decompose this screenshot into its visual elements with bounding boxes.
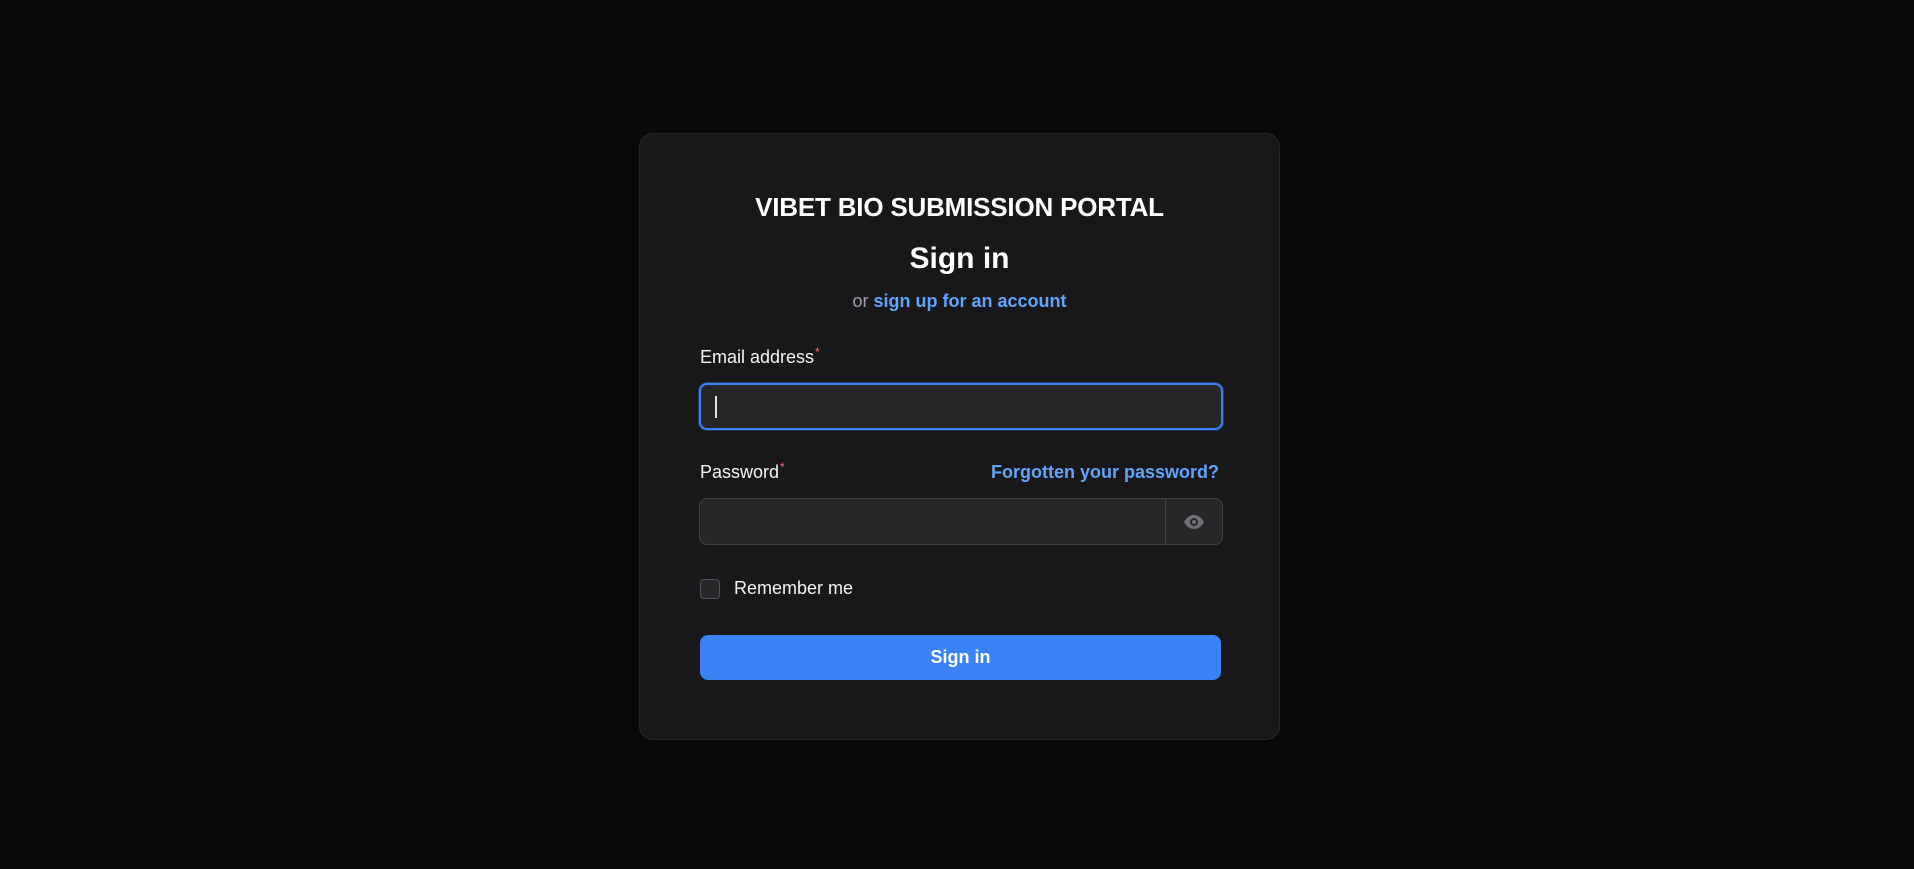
sign-in-card: VIBET BIO SUBMISSION PORTAL Sign in or s… xyxy=(639,133,1280,740)
password-input-wrapper[interactable] xyxy=(700,499,1165,544)
signup-prefix: or xyxy=(852,291,869,311)
password-required-mark: * xyxy=(780,460,785,474)
email-field[interactable] xyxy=(699,383,1223,430)
page-title: Sign in xyxy=(909,242,1010,275)
email-label: Email address* xyxy=(700,345,820,368)
signup-link[interactable]: sign up for an account xyxy=(874,291,1067,311)
sign-in-button[interactable]: Sign in xyxy=(700,635,1221,680)
remember-me-label[interactable]: Remember me xyxy=(734,578,853,599)
password-input[interactable] xyxy=(700,499,1165,544)
password-field[interactable] xyxy=(699,498,1223,545)
text-caret xyxy=(715,396,717,418)
password-label: Password* xyxy=(700,460,785,483)
show-password-button[interactable] xyxy=(1165,499,1222,544)
email-required-mark: * xyxy=(815,345,820,359)
email-input[interactable] xyxy=(701,385,1221,428)
forgot-password-link[interactable]: Forgotten your password? xyxy=(991,462,1219,483)
email-label-text: Email address xyxy=(700,347,815,367)
password-label-text: Password xyxy=(700,462,780,482)
remember-me-checkbox[interactable] xyxy=(700,578,720,599)
signup-prompt: or sign up for an account xyxy=(640,291,1279,312)
eye-icon xyxy=(1184,514,1204,529)
portal-title: VIBET BIO SUBMISSION PORTAL xyxy=(755,192,1164,222)
remember-me-row[interactable]: Remember me xyxy=(700,578,853,599)
